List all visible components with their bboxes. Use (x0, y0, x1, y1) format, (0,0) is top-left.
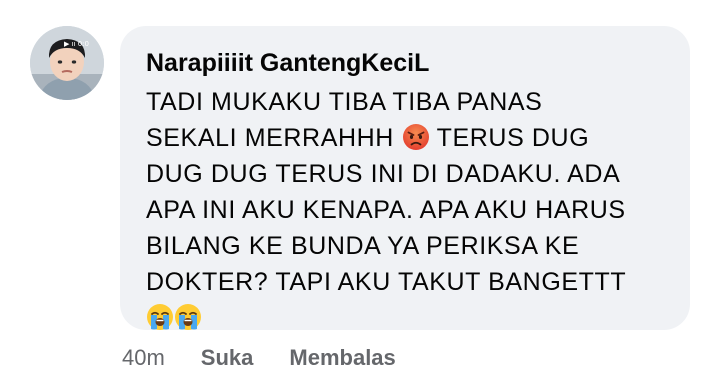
comment-line-2b: TERUS DUG (436, 124, 590, 152)
loudly-crying-face-icon (175, 304, 201, 330)
comment-line-2a: SEKALI MERRAHHH (146, 124, 394, 152)
comment-line-1: TADI MUKAKU TIBA TIBA PANAS (146, 88, 543, 116)
comment-bubble: Narapiiiit GantengKeciL TADI MUKAKU TIBA… (120, 26, 690, 330)
comment-line-3: DUG DUG TERUS INI DI DADAKU. ADA (146, 160, 621, 188)
angry-face-icon (402, 124, 429, 150)
avatar-overlay-text: ▶ ıı 0:0 (64, 40, 89, 48)
comment-timestamp[interactable]: 40m (122, 344, 165, 372)
comment-item: ▶ ıı 0:0 Narapiiiit GantengKeciL TADI MU… (0, 0, 720, 378)
avatar-image: ▶ ıı 0:0 (30, 26, 104, 100)
comment-actions: 40m Suka Membalas (122, 344, 396, 372)
comment-line-6: DOKTER? TAPI AKU TAKUT BANGETTT (146, 268, 627, 296)
comment-line-5: BILANG KE BUNDA YA PERIKSA KE (146, 232, 580, 260)
loudly-crying-face-icon (147, 304, 173, 330)
avatar[interactable]: ▶ ıı 0:0 (30, 26, 104, 100)
comment-text: TADI MUKAKU TIBA TIBA PANAS SEKALI MERRA… (146, 84, 666, 336)
comment-author[interactable]: Narapiiiit GantengKeciL (146, 48, 666, 78)
comment-line-7 (146, 300, 666, 336)
reply-button[interactable]: Membalas (289, 344, 395, 372)
comment-line-2: SEKALI MERRAHHH TERUS DUG (146, 120, 666, 156)
comment-line-4: APA INI AKU KENAPA. APA AKU HARUS (146, 196, 626, 224)
like-button[interactable]: Suka (201, 344, 254, 372)
